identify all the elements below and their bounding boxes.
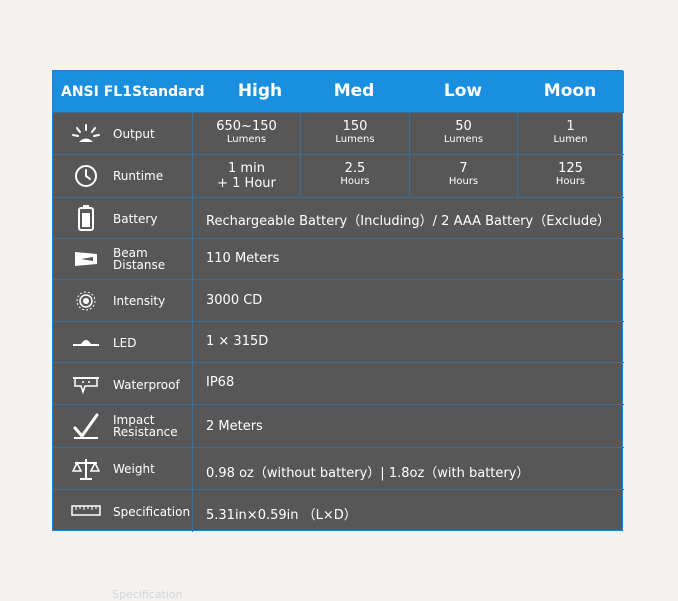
beam-icon xyxy=(71,244,101,274)
beam-label: Beam Distanse xyxy=(113,246,166,272)
standard-title: ANSI FL1Standard xyxy=(61,84,205,100)
row-intensity: Intensity 3000 CD xyxy=(53,279,624,322)
mode-low: Low xyxy=(443,81,483,101)
row-waterproof: Waterproof IP68 xyxy=(53,362,624,405)
clock-icon xyxy=(71,161,101,191)
ruler-icon xyxy=(71,496,101,526)
ghost-specification-text: Specification xyxy=(112,588,183,601)
row-weight: Weight 0.98 oz（without battery）| 1.8oz（w… xyxy=(53,447,624,490)
battery-value: Rechargeable Battery（Including）/ 2 AAA B… xyxy=(206,214,611,229)
row-led: LED 1 × 315D xyxy=(53,321,624,363)
runtime-label: Runtime xyxy=(113,169,164,183)
row-beam-distance: Beam Distanse 110 Meters xyxy=(53,238,624,280)
led-label: LED xyxy=(113,336,137,350)
runtime-high: 1 min + 1 Hour xyxy=(217,161,276,191)
battery-label: Battery xyxy=(113,212,158,226)
beam-value: 110 Meters xyxy=(206,251,280,266)
impact-icon xyxy=(71,411,101,441)
waterproof-label: Waterproof xyxy=(113,378,180,392)
runtime-low: 7 Hours xyxy=(448,161,479,187)
spec-table: ANSI FL1Standard High Med Low Moon Outpu… xyxy=(52,70,624,532)
output-moon: 1 Lumen xyxy=(553,119,588,145)
intensity-value: 3000 CD xyxy=(206,293,263,308)
led-icon xyxy=(71,327,101,357)
row-battery: Battery Rechargeable Battery（Including）/… xyxy=(53,197,624,239)
intensity-icon xyxy=(71,286,101,316)
row-runtime: Runtime 1 min + 1 Hour 2.5 Hours 7 Hours… xyxy=(53,154,624,198)
mode-med: Med xyxy=(333,81,375,101)
row-specification: Specification 5.31in×0.59in （L×D） xyxy=(53,489,624,532)
row-output: Output 650~150 Lumens 150 Lumens 50 Lume… xyxy=(53,112,624,155)
led-value: 1 × 315D xyxy=(206,334,269,349)
mode-moon: Moon xyxy=(543,81,597,101)
table-header: ANSI FL1Standard High Med Low Moon xyxy=(53,71,624,112)
waterproof-value: IP68 xyxy=(206,375,235,390)
specification-label: Specification xyxy=(113,505,191,519)
runtime-moon: 125 Hours xyxy=(555,161,586,187)
runtime-med: 2.5 Hours xyxy=(340,161,370,187)
output-icon xyxy=(71,119,101,149)
row-impact-resistance: Impact Resistance 2 Meters xyxy=(53,404,624,448)
impact-label: Impact Resistance xyxy=(113,413,178,439)
intensity-label: Intensity xyxy=(113,294,166,308)
output-high: 650~150 Lumens xyxy=(216,119,277,145)
weight-value: 0.98 oz（without battery）| 1.8oz（with bat… xyxy=(206,466,530,481)
battery-icon xyxy=(71,203,101,233)
output-med: 150 Lumens xyxy=(335,119,375,145)
scale-icon xyxy=(71,454,101,484)
mode-high: High xyxy=(237,81,283,101)
output-label: Output xyxy=(113,127,155,141)
impact-value: 2 Meters xyxy=(206,419,263,434)
weight-label: Weight xyxy=(113,462,155,476)
specification-value: 5.31in×0.59in （L×D） xyxy=(206,508,357,523)
waterproof-icon xyxy=(71,369,101,399)
output-low: 50 Lumens xyxy=(443,119,484,145)
